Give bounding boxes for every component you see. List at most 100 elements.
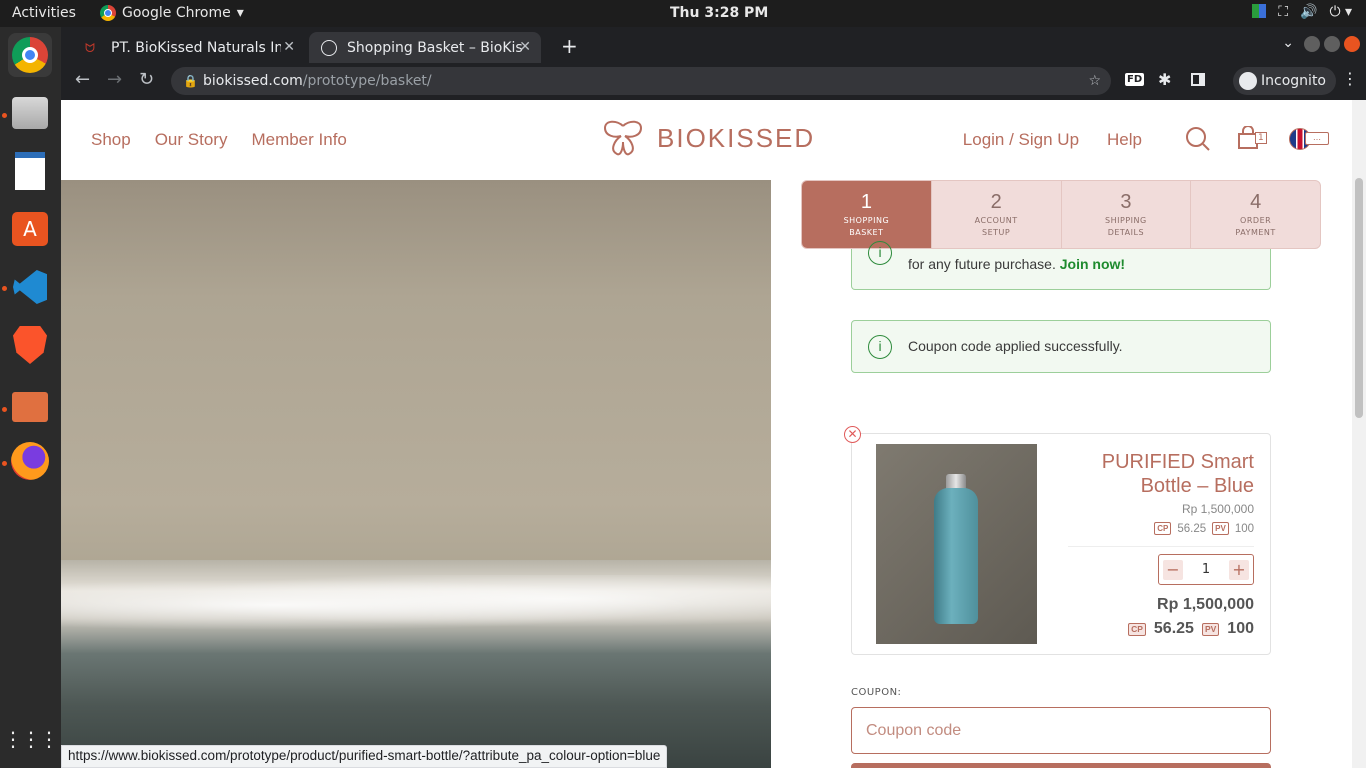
extensions-puzzle-icon[interactable]: ✱ [1158,70,1171,89]
activities-button[interactable]: Activities [12,5,76,21]
document-icon [15,152,45,190]
secondary-nav: Login / Sign Up Help [963,130,1142,150]
maximize-button[interactable] [1324,36,1340,52]
side-panel-icon[interactable] [1191,73,1205,86]
tab-shopping-basket[interactable]: Shopping Basket – BioKiss ✕ [309,32,541,63]
tab-biokissed-home[interactable]: ᗢ PT. BioKissed Naturals Inc ✕ [73,32,305,63]
step-number: 3 [1120,191,1132,213]
app-name: Google Chrome [122,5,231,21]
dock-chrome[interactable] [8,33,52,77]
nav-member-info[interactable]: Member Info [251,130,346,150]
coupon-input[interactable] [851,707,1271,754]
info-icon: i [868,241,892,265]
total-cp: 56.25 [1153,620,1194,637]
forward-icon[interactable]: → [107,69,122,90]
step-account-setup[interactable]: 2 ACCOUNT SETUP [930,181,1061,248]
back-icon[interactable]: ← [75,69,90,90]
nav-login-signup[interactable]: Login / Sign Up [963,130,1079,150]
link-status-bar: https://www.biokissed.com/prototype/prod… [61,745,668,768]
butterfly-logo-icon [603,120,643,156]
cart-item: ✕ PURIFIED Smart Bottle – Blue Rp 1,500,… [844,426,1271,655]
show-apps-button[interactable]: ⋮⋮⋮ [3,717,59,761]
cp-badge: CP [1128,622,1146,636]
cart-count: 1 [1255,132,1267,144]
dock-software[interactable]: A [8,207,52,251]
kebab-menu-icon[interactable]: ⋮ [1342,69,1358,88]
app-menu[interactable]: Google Chrome ▾ [100,5,244,21]
nav-shop[interactable]: Shop [91,130,131,150]
system-tray[interactable]: ⛶ 🔊 ⏻ ▾ [1252,4,1352,20]
product-image[interactable] [876,444,1037,644]
system-top-bar: Activities Google Chrome ▾ Thu 3:28 PM ⛶… [0,0,1366,27]
firefox-icon [11,442,49,480]
join-now-link[interactable]: Join now! [1060,256,1125,272]
remove-item-icon[interactable]: ✕ [844,426,861,443]
close-window-button[interactable] [1344,36,1360,52]
line-total-points: CP 56.25 PV 100 [1128,620,1254,638]
vscode-icon [13,270,47,304]
chevron-down-icon: ▾ [236,5,244,21]
dock-archive[interactable] [8,385,52,429]
step-number: 4 [1250,191,1262,213]
unit-cp: 56.25 [1177,522,1207,535]
site-logo[interactable]: BIOKISSED [601,120,815,156]
decrease-quantity-button[interactable]: − [1163,559,1183,580]
language-selector[interactable]: … [1289,128,1329,150]
cart-button[interactable]: 1 [1237,125,1267,152]
cp-badge: CP [1154,522,1172,535]
more-icon: … [1305,132,1329,145]
address-bar[interactable]: 🔒 biokissed.com/prototype/basket/ ☆ [171,67,1111,95]
step-shipping-details[interactable]: 3 SHIPPING DETAILS [1060,181,1191,248]
pv-badge: PV [1201,622,1220,636]
logo-wordmark: BIOKISSED [657,122,816,153]
increase-quantity-button[interactable]: + [1229,559,1249,580]
globe-icon [321,39,337,56]
reload-icon[interactable]: ↻ [139,69,154,90]
nav-help[interactable]: Help [1107,130,1142,150]
chrome-icon [12,37,48,73]
files-icon [12,97,48,129]
apps-indicator-icon[interactable] [1252,4,1267,18]
dock-brave[interactable] [8,323,52,367]
page-scrollbar[interactable] [1352,100,1366,768]
apply-coupon-button[interactable] [851,763,1271,768]
wave-foam [61,575,771,635]
nav-our-story[interactable]: Our Story [155,130,228,150]
coupon-success-alert: i Coupon code applied successfully. [851,320,1271,373]
product-name[interactable]: PURIFIED Smart Bottle – Blue [1054,450,1254,498]
browser-chrome: ᗢ PT. BioKissed Naturals Inc ✕ Shopping … [61,27,1366,100]
tab-title: Shopping Basket – BioKiss [347,39,523,56]
clock[interactable]: Thu 3:28 PM [670,5,768,21]
minimize-button[interactable] [1304,36,1320,52]
step-label: PAYMENT [1235,228,1276,237]
dock-vscode[interactable] [8,265,52,309]
network-icon[interactable]: ⛶ [1278,4,1288,20]
incognito-icon [1239,72,1258,90]
dock: A ⋮⋮⋮ [0,27,61,768]
coupon-success-text: Coupon code applied successfully. [908,338,1123,354]
info-icon: i [868,335,892,359]
tab-search-chevron-icon[interactable]: ⌄ [1282,35,1294,51]
step-label: ACCOUNT [974,216,1018,225]
running-indicator [2,113,7,118]
quantity-value[interactable]: 1 [1202,562,1210,577]
scrollbar-thumb[interactable] [1355,178,1363,418]
dock-document[interactable] [8,149,52,193]
new-tab-icon[interactable]: + [561,34,578,58]
checkout-steps: 1 SHOPPING BASKET 2 ACCOUNT SETUP 3 SHIP… [801,180,1321,249]
close-icon[interactable]: ✕ [519,39,531,55]
close-icon[interactable]: ✕ [283,39,295,55]
hero-ocean-image [61,180,771,768]
dock-firefox[interactable] [8,439,52,483]
extension-fd-icon[interactable]: FD [1125,73,1145,86]
volume-icon[interactable]: 🔊 [1300,4,1317,20]
bookmark-star-icon[interactable]: ☆ [1088,67,1101,95]
step-shopping-basket[interactable]: 1 SHOPPING BASKET [802,181,931,248]
search-icon[interactable] [1185,126,1211,152]
incognito-badge[interactable]: Incognito [1233,67,1336,95]
web-page: Shop Our Story Member Info BIOKISSED Log… [61,100,1352,768]
power-icon[interactable]: ⏻ ▾ [1329,4,1352,20]
step-label: BASKET [849,228,884,237]
dock-files[interactable] [8,91,52,135]
step-order-payment[interactable]: 4 ORDER PAYMENT [1190,181,1320,248]
